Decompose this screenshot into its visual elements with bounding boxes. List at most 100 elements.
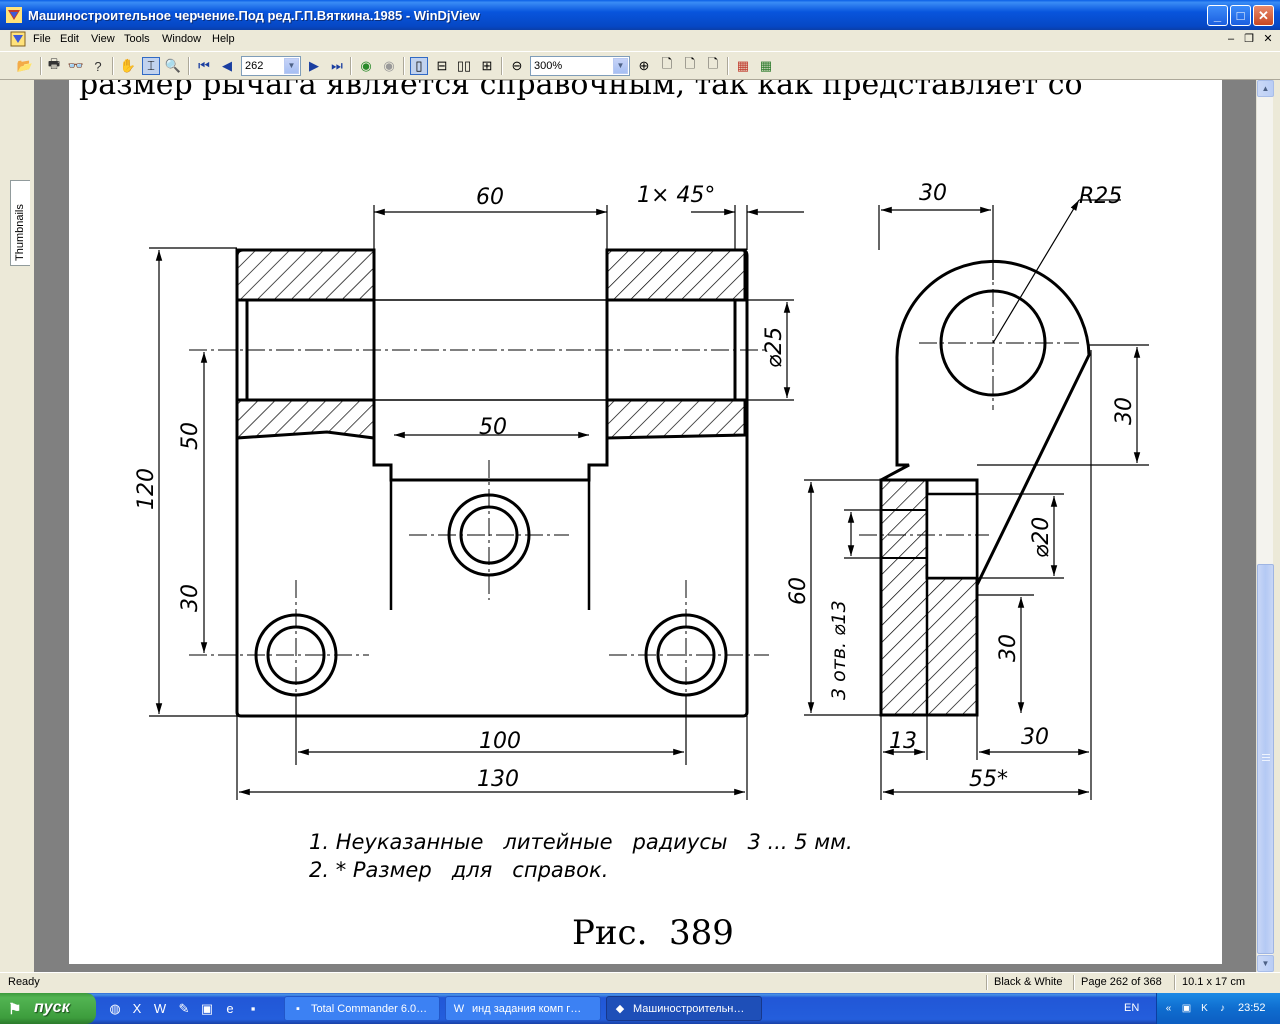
mdi-close-button[interactable]: ✕ [1261, 32, 1275, 46]
task-word-document[interactable]: W инд задания комп г… [445, 996, 601, 1021]
dim-55: 55* [969, 767, 1008, 792]
zoom-value: 300% [534, 60, 563, 72]
continuous-icon[interactable]: ⊟ [433, 57, 451, 75]
minimize-button[interactable]: _ [1207, 5, 1228, 26]
floppy-icon[interactable]: ▪ [244, 1000, 262, 1018]
note-2: 2. * Размер для справок. [309, 858, 608, 882]
antivirus-icon[interactable]: K [1197, 1001, 1212, 1016]
document-icon[interactable] [10, 31, 26, 47]
dim-dia25: ⌀25 [762, 327, 787, 368]
next-page-icon[interactable]: ▶ [305, 57, 323, 75]
menu-help[interactable]: Help [212, 33, 235, 45]
dim-13: 13 [889, 729, 917, 754]
front-view [235, 248, 749, 718]
menu-edit[interactable]: Edit [60, 33, 79, 45]
help-icon[interactable]: ? [89, 57, 107, 75]
status-divider [1073, 975, 1075, 990]
toolbar-separator [188, 57, 190, 75]
toolbar-separator [112, 57, 114, 75]
prev-page-icon[interactable]: ◀ [218, 57, 236, 75]
status-divider [986, 975, 988, 990]
status-page: Page 262 of 368 [1081, 976, 1162, 988]
thumbnails-tab[interactable]: Thumbnails [10, 180, 30, 266]
menu-tools[interactable]: Tools [124, 33, 150, 45]
volume-icon[interactable]: ♪ [1215, 1001, 1230, 1016]
last-page-icon[interactable]: ⏭ [328, 57, 346, 75]
print-icon[interactable]: 🖶 [45, 56, 63, 75]
color-mode-icon[interactable]: ▦ [734, 57, 752, 75]
vertical-scrollbar[interactable]: ▲ ▼ [1256, 80, 1274, 972]
side-view [879, 259, 1091, 717]
dim-30-right: 30 [1112, 397, 1137, 425]
fit-page-icon[interactable]: 🗋 [658, 56, 676, 75]
network-icon[interactable]: ▣ [1179, 1001, 1194, 1016]
dim-dia20: ⌀20 [1029, 517, 1054, 558]
chevron-down-icon[interactable]: ▼ [613, 58, 628, 74]
menu-window[interactable]: Window [162, 33, 201, 45]
ie-icon[interactable]: e [221, 1000, 239, 1018]
dim-50-left: 50 [178, 422, 203, 450]
toolbar-separator [727, 57, 729, 75]
tray-expand-icon[interactable]: « [1161, 1001, 1176, 1016]
dim-chamfer: 1× 45° [637, 183, 715, 208]
dim-30-side: 30 [996, 634, 1021, 662]
single-page-icon[interactable]: ▯ [410, 57, 428, 75]
page-number-input[interactable]: 262 ▼ [241, 56, 301, 76]
mdi-minimize-button[interactable]: – [1224, 32, 1238, 46]
menu-bar: File Edit View Tools Window Help – ❐ ✕ [0, 30, 1280, 49]
display-mode-icon[interactable]: ▦ [757, 57, 775, 75]
continuous-facing-icon[interactable]: ⊞ [478, 57, 496, 75]
word-icon[interactable]: W [151, 1000, 169, 1018]
menu-view[interactable]: View [91, 33, 115, 45]
zoom-in-icon[interactable]: ⊕ [635, 57, 653, 75]
chevron-down-icon[interactable]: ▼ [284, 58, 299, 74]
show-desktop-icon[interactable]: ◍ [106, 1000, 124, 1018]
close-button[interactable]: ✕ [1253, 5, 1274, 26]
title-bar: Машиностроительное черчение.Под ред.Г.П.… [0, 0, 1280, 30]
djview-app-icon[interactable] [6, 7, 22, 23]
maximize-button[interactable]: □ [1230, 5, 1251, 26]
hand-tool-icon[interactable]: ✋ [119, 57, 137, 75]
editor-icon[interactable]: ✎ [175, 1000, 193, 1018]
media-icon[interactable]: ▣ [198, 1000, 216, 1018]
status-mode: Black & White [994, 976, 1063, 988]
back-icon[interactable]: ◉ [357, 57, 375, 75]
page-top-text: размер рычага является справочным, так к… [79, 80, 1083, 102]
grip-line [1262, 760, 1270, 761]
task-windjview[interactable]: ◆ Машиностроительн… [606, 996, 762, 1021]
mdi-restore-button[interactable]: ❐ [1242, 32, 1256, 46]
task-total-commander[interactable]: ▪ Total Commander 6.0… [284, 996, 440, 1021]
word-doc-icon: W [453, 1003, 465, 1015]
open-icon[interactable]: 📂 [16, 57, 34, 75]
forward-icon[interactable]: ◉ [380, 57, 398, 75]
language-indicator[interactable]: EN [1124, 1002, 1139, 1014]
note-1: 1. Неуказанные литейные радиусы 3 ... 5 … [309, 830, 853, 854]
scroll-up-icon[interactable]: ▲ [1257, 80, 1274, 97]
facing-pages-icon[interactable]: ▯▯ [455, 57, 473, 75]
window-title: Машиностроительное черчение.Под ред.Г.П.… [28, 8, 480, 23]
zoom-tool-icon[interactable]: 🔍 [164, 57, 182, 75]
page-number-value: 262 [245, 60, 264, 72]
task-label: Total Commander 6.0… [311, 1003, 428, 1015]
start-button[interactable]: ⚑ пуск [0, 993, 96, 1024]
taskbar: ⚑ пуск ◍ X W ✎ ▣ e ▪ ▪ Total Commander 6… [0, 993, 1280, 1024]
first-page-icon[interactable]: ⏮ [195, 57, 213, 75]
find-icon[interactable]: 👓 [67, 57, 85, 75]
scroll-down-icon[interactable]: ▼ [1257, 955, 1274, 972]
task-label: инд задания комп г… [472, 1003, 582, 1015]
dim-r25: R25 [1079, 184, 1122, 209]
zoom-out-icon[interactable]: ⊖ [508, 57, 526, 75]
actual-size-icon[interactable]: 🗋 [704, 56, 722, 75]
zoom-select[interactable]: 300% ▼ [530, 56, 630, 76]
sidebar: Thumbnails [0, 80, 34, 972]
menu-file[interactable]: File [33, 33, 51, 45]
scrollbar-thumb[interactable] [1257, 564, 1274, 954]
document-view[interactable]: размер рычага является справочным, так к… [34, 80, 1256, 972]
select-tool-icon[interactable]: ⌶ [142, 57, 160, 75]
dim-holes: 3 отв. ⌀13 [828, 600, 850, 700]
dim-60: 60 [476, 185, 504, 210]
toolbar-separator [350, 57, 352, 75]
toolbar-separator [403, 57, 405, 75]
excel-icon[interactable]: X [128, 1000, 146, 1018]
fit-width-icon[interactable]: 🗋 [681, 56, 699, 75]
